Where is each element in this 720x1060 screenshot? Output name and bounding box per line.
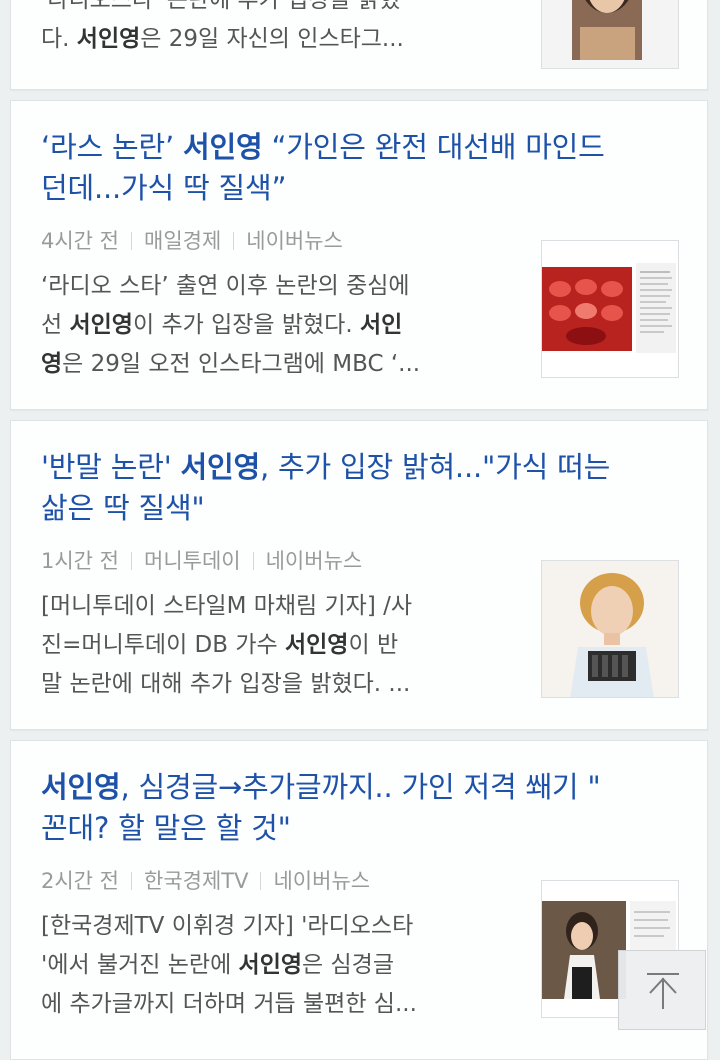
summary-line: '라디오스타' 논란에 추가 입장을 밝혔 <box>41 0 401 13</box>
title-line: 꼰대? 할 말은 할 것" <box>41 811 291 845</box>
separator <box>131 232 132 250</box>
separator <box>233 232 235 250</box>
separator <box>260 872 262 890</box>
portrait-image <box>542 561 678 697</box>
article-summary: '라디오스타' 논란에 추가 입장을 밝혔 다. 서인영은 29일 자신의 인스… <box>41 0 511 59</box>
separator <box>131 552 132 570</box>
title-line: 던데...가식 딱 질색” <box>41 171 287 205</box>
summary-line: [머니투데이 스타일M 마채림 기자] /사 <box>41 593 413 619</box>
article-thumbnail[interactable] <box>541 240 679 378</box>
separator <box>131 872 132 890</box>
article-thumbnail[interactable] <box>541 560 679 698</box>
title-line: ‘라스 논란’ 서인영 “가인은 완전 대선배 마인드 <box>41 130 605 164</box>
keyword-highlight: 서인영 <box>69 312 133 338</box>
article-source[interactable]: 매일경제 <box>144 229 221 253</box>
summary-line: 에 추가글까지 더하며 거듭 불편한 심... <box>41 991 417 1017</box>
article-title[interactable]: '반말 논란' 서인영, 추가 입장 밝혀..."가식 떠는 삶은 딱 질색" <box>41 447 683 529</box>
portal-link[interactable]: 네이버뉴스 <box>273 869 370 893</box>
portal-link[interactable]: 네이버뉴스 <box>246 229 343 253</box>
article-summary[interactable]: [한국경제TV 이휘경 기자] '라디오스타 '에서 불거진 논란에 서인영은 … <box>41 907 511 1024</box>
keyword-highlight: 서인영 <box>183 130 263 164</box>
article-source[interactable]: 한국경제TV <box>144 869 248 893</box>
article-meta: 4시간 전 매일경제 네이버뉴스 <box>41 225 343 255</box>
article-thumbnail[interactable] <box>541 0 679 69</box>
summary-line: 다. 서인영은 29일 자신의 인스타그... <box>41 26 404 52</box>
article-title[interactable]: 서인영, 심경글→추가글까지.. 가인 저격 쐐기 " 꼰대? 할 말은 할 것… <box>41 767 683 849</box>
summary-line: 영은 29일 오전 인스타그램에 MBC ‘... <box>41 351 421 377</box>
article-time: 1시간 전 <box>41 549 119 573</box>
article-summary[interactable]: ‘라디오 스타’ 출연 이후 논란의 중심에 선 서인영이 추가 입장을 밝혔다… <box>41 267 511 384</box>
news-card-3[interactable]: 서인영, 심경글→추가글까지.. 가인 저격 쐐기 " 꼰대? 할 말은 할 것… <box>10 740 708 1060</box>
summary-line: ‘라디오 스타’ 출연 이후 논란의 중심에 <box>41 273 410 299</box>
summary-line: [한국경제TV 이휘경 기자] '라디오스타 <box>41 913 414 939</box>
keyword-highlight: 서인 <box>359 312 403 338</box>
summary-line: 말 논란에 대해 추가 입장을 밝혔다. ... <box>41 671 411 697</box>
news-card-1[interactable]: ‘라스 논란’ 서인영 “가인은 완전 대선배 마인드 던데...가식 딱 질색… <box>10 100 708 410</box>
portrait-image <box>572 0 642 60</box>
article-title[interactable]: ‘라스 논란’ 서인영 “가인은 완전 대선배 마인드 던데...가식 딱 질색… <box>41 127 683 209</box>
keyword-highlight: 서인영 <box>238 952 303 978</box>
article-meta: 1시간 전 머니투데이 네이버뉴스 <box>41 545 362 575</box>
summary-line: 선 서인영이 추가 입장을 밝혔다. 서인 <box>41 312 403 338</box>
separator <box>252 552 254 570</box>
summary-line: 진=머니투데이 DB 가수 서인영이 반 <box>41 632 399 658</box>
screenshot-image <box>542 263 676 353</box>
article-source[interactable]: 머니투데이 <box>144 549 241 573</box>
scroll-to-top-button[interactable] <box>618 950 706 1030</box>
title-line: 서인영, 심경글→추가글까지.. 가인 저격 쐐기 " <box>41 770 601 804</box>
keyword-highlight: 서인영 <box>76 26 141 52</box>
article-time: 4시간 전 <box>41 229 119 253</box>
arrow-up-icon <box>647 973 679 1009</box>
keyword-highlight: 서인영 <box>180 450 261 484</box>
news-card-0[interactable]: '라디오스타' 논란에 추가 입장을 밝혔 다. 서인영은 29일 자신의 인스… <box>10 0 708 90</box>
portal-link[interactable]: 네이버뉴스 <box>266 549 363 573</box>
news-card-2[interactable]: '반말 논란' 서인영, 추가 입장 밝혀..."가식 떠는 삶은 딱 질색" … <box>10 420 708 730</box>
article-summary[interactable]: [머니투데이 스타일M 마채림 기자] /사 진=머니투데이 DB 가수 서인영… <box>41 587 511 704</box>
article-time: 2시간 전 <box>41 869 119 893</box>
keyword-highlight: 서인영 <box>41 770 121 804</box>
title-line: 삶은 딱 질색" <box>41 491 205 525</box>
summary-line: '에서 불거진 논란에 서인영은 심경글 <box>41 952 394 978</box>
keyword-highlight: 서인영 <box>284 632 349 658</box>
title-line: '반말 논란' 서인영, 추가 입장 밝혀..."가식 떠는 <box>41 450 611 484</box>
article-meta: 2시간 전 한국경제TV 네이버뉴스 <box>41 865 370 895</box>
keyword-highlight: 영 <box>41 351 63 377</box>
